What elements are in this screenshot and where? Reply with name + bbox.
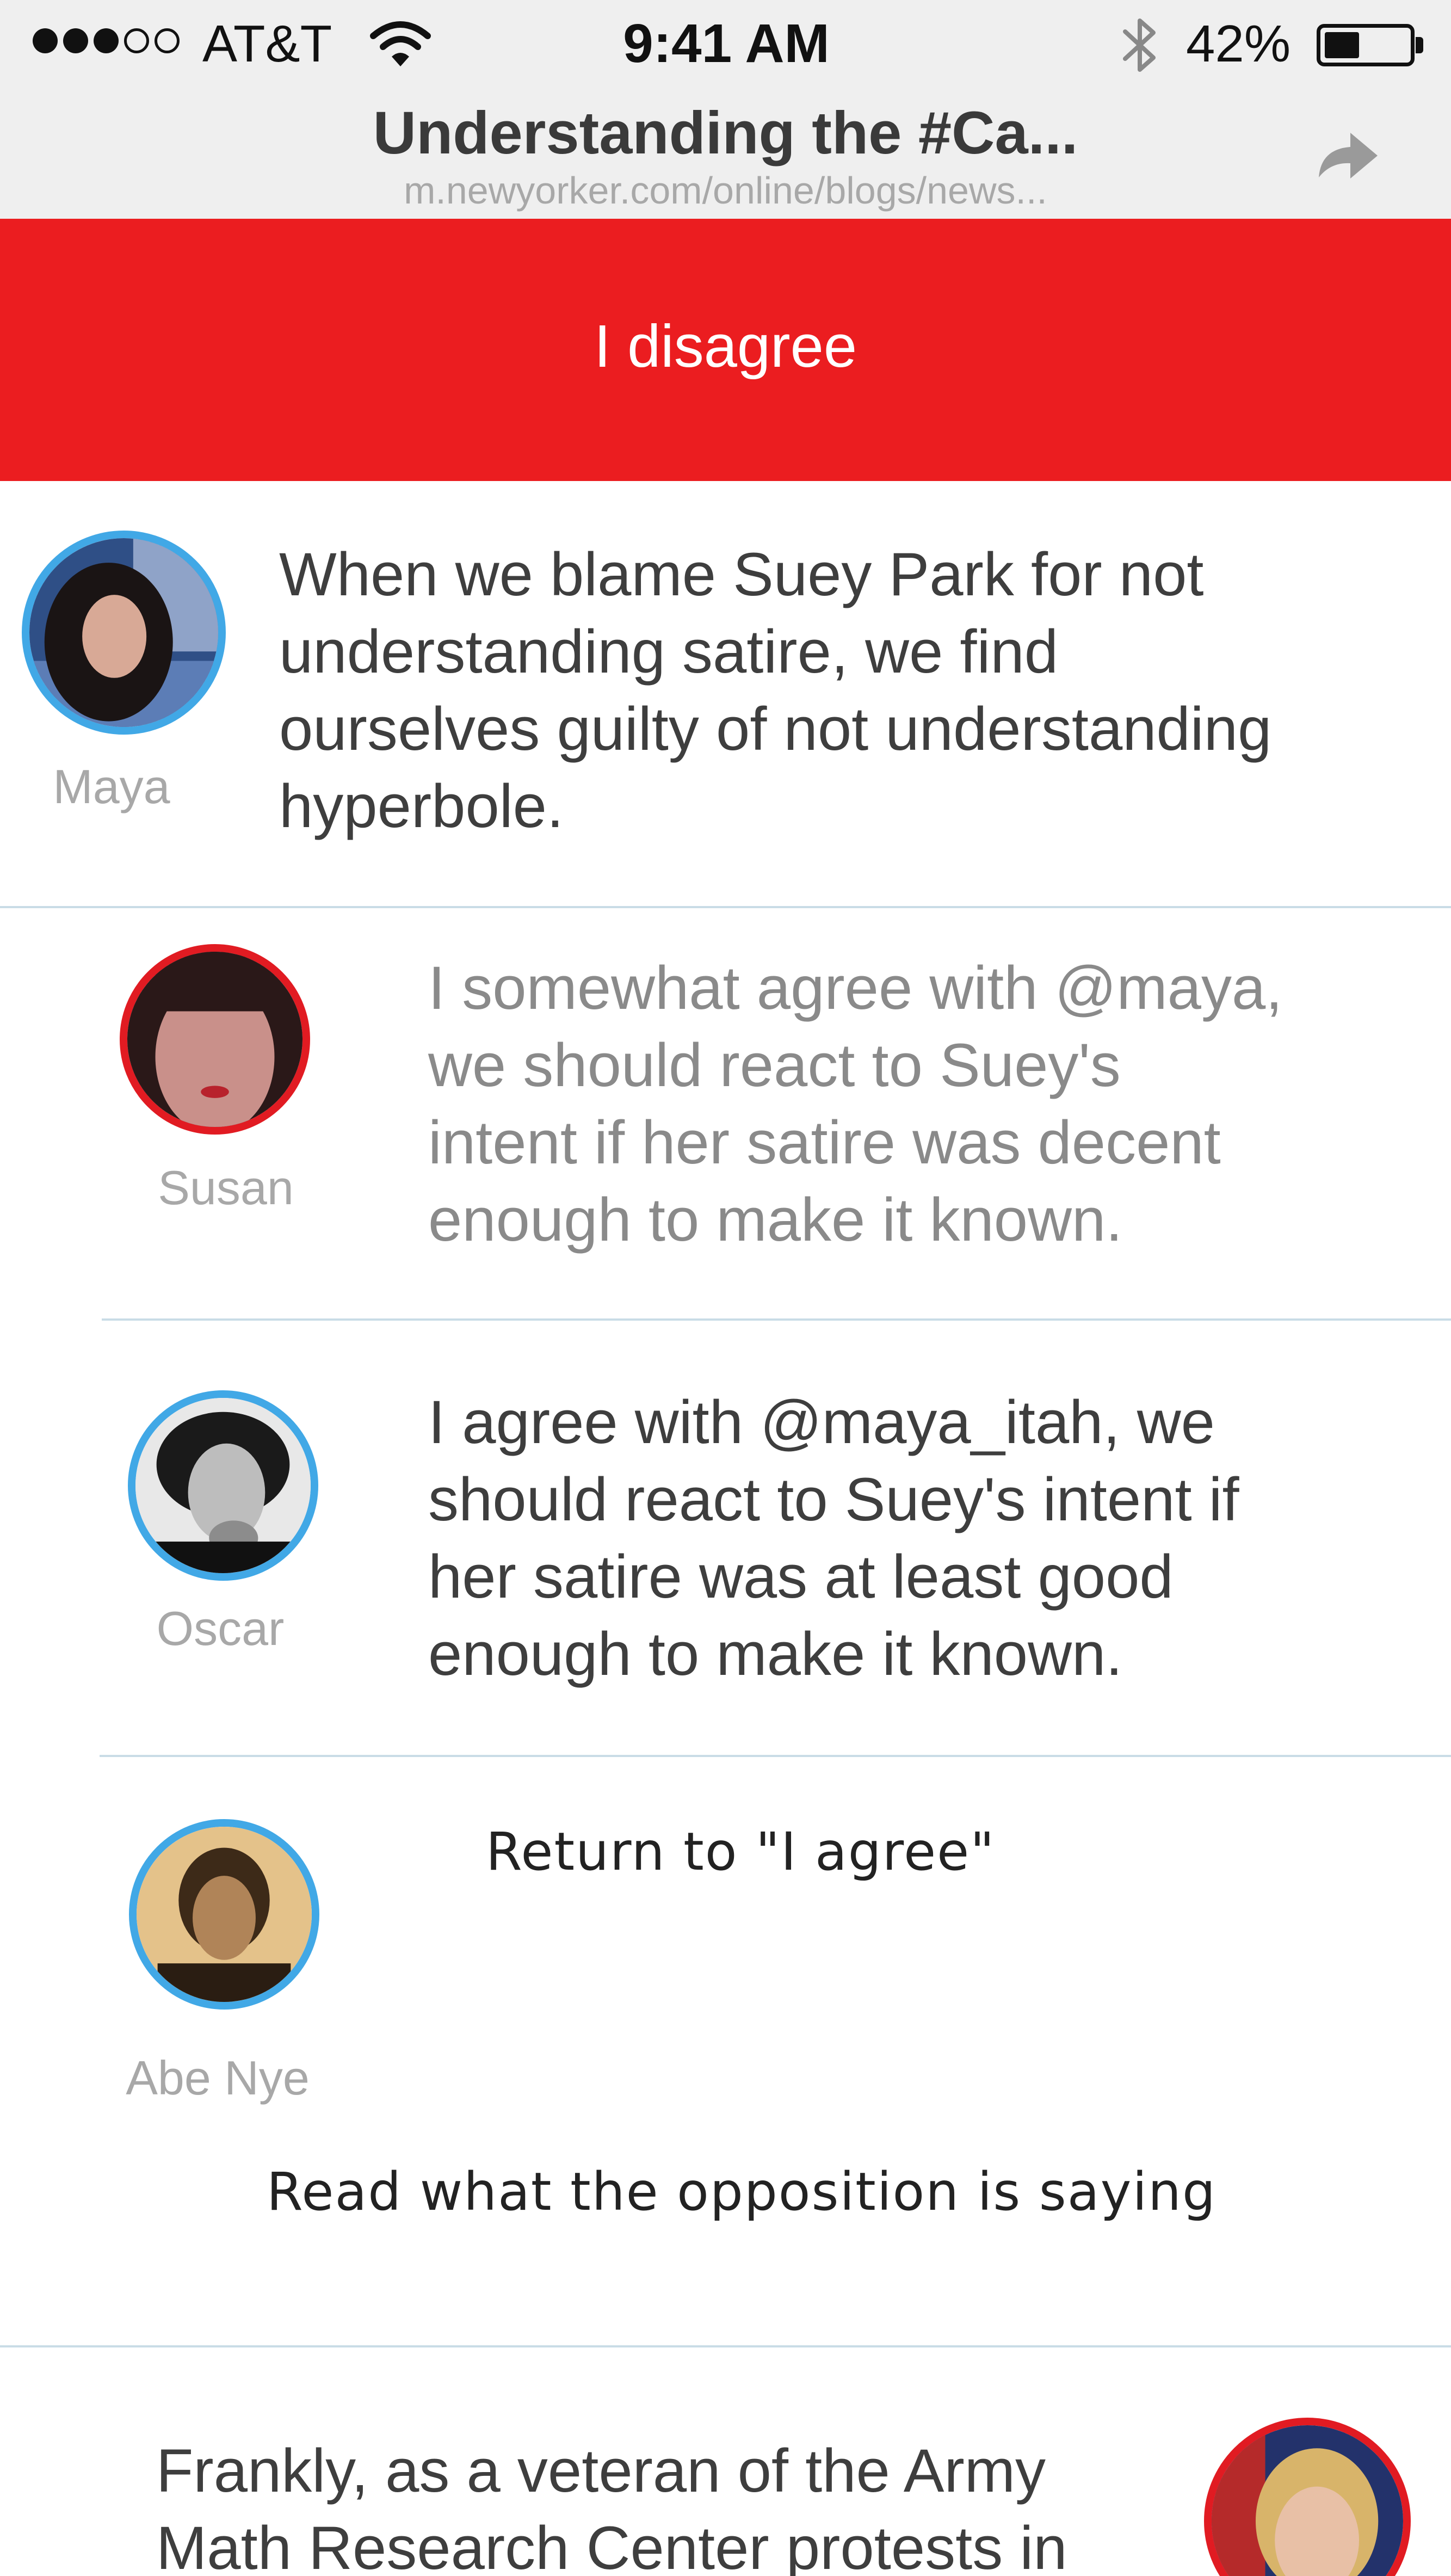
battery-percent: 42%	[1186, 15, 1291, 73]
comment-divider	[100, 1755, 1451, 1757]
comment-line: we should react to Suey's	[428, 1031, 1121, 1099]
clock: 9:41 AM	[623, 13, 830, 74]
page-title[interactable]: Understanding the #Ca...	[163, 98, 1288, 169]
comment-line: When we blame Suey Park for not	[279, 540, 1204, 608]
author-maya[interactable]: Maya	[22, 760, 201, 814]
return-to-agree-link[interactable]: Return to "I agree"	[486, 1822, 995, 1882]
comment-divider	[102, 1318, 1451, 1321]
bluetooth-icon	[1123, 19, 1156, 72]
read-opposition-link[interactable]: Read what the opposition is saying	[267, 2162, 1217, 2222]
battery-tip	[1416, 37, 1423, 53]
comment-line: Frankly, as a veteran of the Army	[156, 2437, 1046, 2505]
comment-line: enough to make it known.	[428, 1186, 1123, 1254]
comment-text-susan: I somewhat agree with @maya, we should r…	[428, 950, 1435, 1259]
comment-line: ourselves guilty of not understanding	[279, 695, 1272, 763]
comment-text-opposing: Frankly, as a veteran of the Army Math R…	[156, 2432, 1190, 2576]
wifi-icon	[370, 21, 431, 66]
battery-icon	[1317, 24, 1415, 66]
comment-line: intent if her satire was decent	[428, 1108, 1221, 1176]
avatar-opposing-commenter[interactable]	[1204, 2418, 1411, 2576]
comment-line: I agree with @maya_itah, we	[428, 1388, 1215, 1456]
author-abe-nye[interactable]: Abe Nye	[109, 2051, 326, 2105]
comment-line: I somewhat agree with @maya,	[428, 954, 1283, 1022]
signal-strength-icon	[33, 28, 180, 53]
share-icon[interactable]	[1311, 125, 1382, 185]
carrier-name: AT&T	[202, 15, 332, 73]
author-susan[interactable]: Susan	[136, 1161, 316, 1215]
page-url[interactable]: m.newyorker.com/online/blogs/news...	[163, 169, 1288, 212]
avatar-maya[interactable]	[22, 531, 226, 735]
comment-text-maya: When we blame Suey Park for not understa…	[279, 536, 1422, 845]
avatar-oscar[interactable]	[128, 1390, 318, 1581]
stance-banner[interactable]: I disagree	[0, 219, 1451, 481]
stance-label: I disagree	[594, 313, 857, 380]
comment-text-oscar: I agree with @maya_itah, we should react…	[428, 1384, 1435, 1693]
avatar-abe-nye[interactable]	[129, 1819, 319, 2010]
screen: AT&T 9:41 AM 42% Understanding the #Ca..…	[0, 0, 1451, 2576]
status-bar: AT&T 9:41 AM 42%	[0, 0, 1451, 87]
comment-line: Math Research Center protests in	[156, 2514, 1067, 2576]
comment-divider	[0, 906, 1451, 908]
comment-line: should react to Suey's intent if	[428, 1465, 1239, 1533]
comment-line: hyperbole.	[279, 772, 564, 840]
author-oscar[interactable]: Oscar	[131, 1601, 310, 1656]
avatar-susan[interactable]	[120, 944, 310, 1135]
comment-line: enough to make it known.	[428, 1620, 1123, 1688]
browser-address-bar[interactable]: Understanding the #Ca... m.newyorker.com…	[0, 87, 1451, 219]
section-divider	[0, 2345, 1451, 2347]
comment-line: her satire was at least good	[428, 1543, 1174, 1611]
comment-line: understanding satire, we find	[279, 618, 1058, 686]
battery-level	[1325, 32, 1359, 58]
